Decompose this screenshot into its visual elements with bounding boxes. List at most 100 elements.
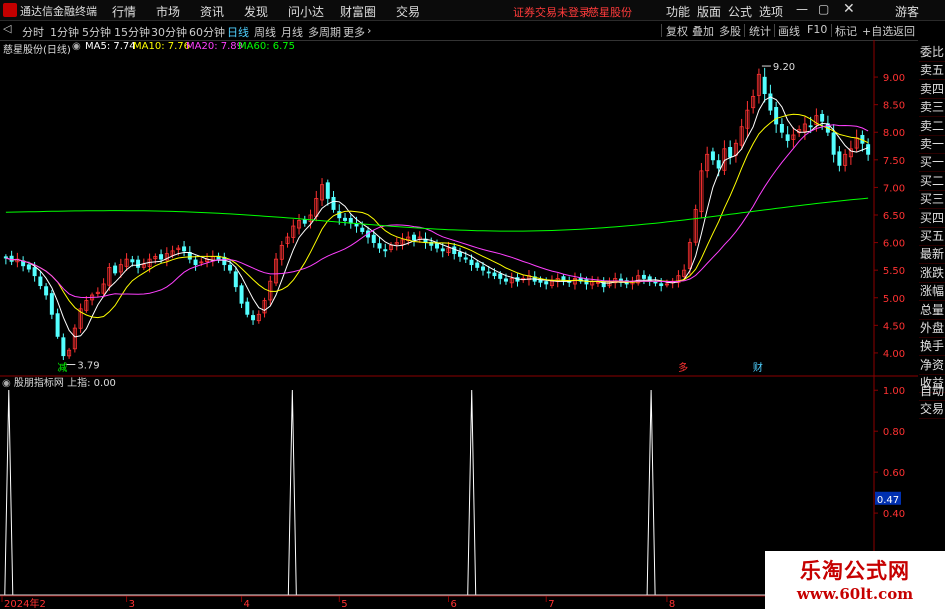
tab-monthly[interactable]: 月线 <box>281 24 303 40</box>
y-tick-label: 7.50 <box>883 156 905 167</box>
candle-body <box>866 144 871 155</box>
side-tab-20[interactable]: 交易 <box>919 401 945 419</box>
side-tab-13[interactable]: 涨幅 <box>919 283 945 302</box>
side-tab-4[interactable]: 卖二 <box>919 118 945 136</box>
candle-body <box>331 196 336 210</box>
candle-body <box>808 125 813 128</box>
restore-rights-button[interactable]: 复权 <box>666 23 688 39</box>
indicator-spike <box>4 389 14 596</box>
multi-stock-button[interactable]: 多股 <box>719 23 741 39</box>
menu-market-quotes[interactable]: 行情 <box>112 3 136 20</box>
candle-body <box>49 293 54 315</box>
candle-body <box>245 301 250 315</box>
event-marker: 多 <box>678 361 688 374</box>
side-tab-17[interactable]: 净资 <box>919 357 945 375</box>
ind-tick-label: 0.60 <box>883 468 905 479</box>
menu-news[interactable]: 资讯 <box>200 3 224 20</box>
mark-button[interactable]: 标记 <box>835 23 857 39</box>
login-status[interactable]: 证券交易未登录 <box>513 4 590 20</box>
candle-body <box>710 151 715 161</box>
side-tab-10[interactable]: 买五 <box>919 228 945 246</box>
overlay-button[interactable]: 叠加 <box>692 23 714 39</box>
menu-trade[interactable]: 交易 <box>396 3 420 20</box>
menu-function[interactable]: 功能 <box>666 3 690 20</box>
tab-intraday[interactable]: 分时 <box>22 24 44 40</box>
app-title: 通达信金融终端 <box>20 5 97 18</box>
side-tab-19[interactable]: 自动 <box>919 383 945 401</box>
x-tick-label: 7 <box>548 599 554 609</box>
side-tab-15[interactable]: 外盘 <box>919 320 945 338</box>
tab-5min[interactable]: 5分钟 <box>82 24 111 40</box>
candle-body <box>768 93 773 111</box>
candle-body <box>38 276 43 287</box>
x-tick-label: 4 <box>244 599 250 609</box>
side-tab-1[interactable]: 卖五 <box>919 62 945 81</box>
menu-formula[interactable]: 公式 <box>728 3 752 20</box>
candle-body <box>383 249 388 252</box>
tab-more[interactable]: 更多 <box>343 24 365 40</box>
tab-1min[interactable]: 1分钟 <box>50 24 79 40</box>
current-value-label: 0.47 <box>877 495 899 506</box>
toolbar-divider <box>774 24 775 37</box>
candle-body <box>492 272 497 277</box>
candle-body <box>343 217 348 221</box>
menu-layout[interactable]: 版面 <box>697 3 721 20</box>
quote-side-panel: 委比 卖五 卖四 卖三 卖二 卖一 买一 买二 买三 买四 买五 最新 涨跌 涨幅 总量 外盘 换手 净资 收益 自动… <box>918 40 945 609</box>
candle-body <box>193 259 198 266</box>
kline-chart[interactable]: 9.00 8.50 8.00 7.50 7.00 6.50 6.00 5.50 5.00 4.50… <box>0 40 918 609</box>
tab-multi-period[interactable]: 多周期 <box>308 24 341 40</box>
candle-body <box>412 234 417 241</box>
toolbar-collapse-icon[interactable]: ◁ <box>3 22 11 35</box>
y-tick-label: 8.00 <box>883 128 905 139</box>
side-tab-2[interactable]: 卖四 <box>919 81 945 99</box>
menu-market[interactable]: 市场 <box>156 3 180 20</box>
menu-wealth[interactable]: 财富圈 <box>340 3 376 20</box>
menu-discover[interactable]: 发现 <box>244 3 268 20</box>
close-button[interactable]: ✕ <box>843 1 855 17</box>
side-tab-0[interactable]: 委比 <box>919 44 945 62</box>
candle-body <box>159 254 164 260</box>
side-tab-5[interactable]: 卖一 <box>919 136 945 154</box>
side-tab-9[interactable]: 买四 <box>919 210 945 228</box>
stock-name: 慈星股份 <box>588 6 632 19</box>
tab-daily[interactable]: 日线 <box>227 24 249 40</box>
candle-body <box>728 147 733 158</box>
tab-30min[interactable]: 30分钟 <box>151 24 187 40</box>
candle-body <box>251 315 256 321</box>
side-tab-16[interactable]: 换手 <box>919 338 945 357</box>
tab-60min[interactable]: 60分钟 <box>189 24 225 40</box>
side-tab-8[interactable]: 买三 <box>919 191 945 210</box>
minimize-button[interactable]: — <box>796 2 808 16</box>
candle-body <box>486 271 491 274</box>
menu-ask[interactable]: 问小达 <box>288 3 324 20</box>
candle-body <box>32 267 37 277</box>
candle-body <box>785 134 790 141</box>
side-tab-7[interactable]: 买二 <box>919 173 945 191</box>
side-tab-12[interactable]: 涨跌 <box>919 265 945 283</box>
ma60-line <box>5 197 869 232</box>
ind-tick-label: 0.40 <box>883 509 905 520</box>
side-tab-14[interactable]: 总量 <box>919 302 945 320</box>
restore-button[interactable]: ▢ <box>818 2 829 16</box>
candle-body <box>130 259 135 263</box>
x-tick-label: 6 <box>450 599 456 609</box>
chevron-right-icon[interactable]: › <box>367 24 371 37</box>
back-button[interactable]: 返回 <box>893 23 915 39</box>
side-tab-6[interactable]: 买一 <box>919 154 945 173</box>
tab-weekly[interactable]: 周线 <box>254 24 276 40</box>
draw-line-button[interactable]: 画线 <box>778 23 800 39</box>
user-label[interactable]: 游客 <box>895 3 919 20</box>
indicator-gear-icon[interactable]: ◉ <box>2 378 11 389</box>
x-tick-label: 8 <box>669 599 675 609</box>
f10-button[interactable]: F10 <box>807 23 827 36</box>
side-tab-3[interactable]: 卖三 <box>919 99 945 118</box>
side-tab-11[interactable]: 最新 <box>919 246 945 265</box>
add-watchlist-button[interactable]: +自选 <box>862 23 893 39</box>
candle-body <box>457 251 462 257</box>
candle-body <box>774 106 779 125</box>
period-toolbar: ◁ 分时 1分钟 5分钟 15分钟 30分钟 60分钟 日线 周线 月线 多周期… <box>0 21 945 41</box>
menu-options[interactable]: 选项 <box>759 3 783 20</box>
y-tick-label: 4.50 <box>883 321 905 332</box>
statistics-button[interactable]: 统计 <box>749 23 771 39</box>
tab-15min[interactable]: 15分钟 <box>114 24 150 40</box>
